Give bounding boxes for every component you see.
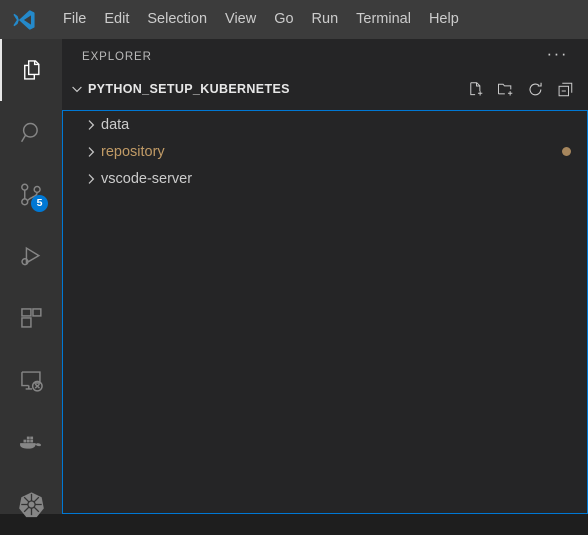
tree-item-label: data bbox=[101, 116, 130, 133]
new-folder-button[interactable] bbox=[494, 78, 516, 100]
chevron-right-icon bbox=[82, 171, 99, 187]
files-explorer-icon bbox=[18, 57, 45, 84]
new-file-icon bbox=[467, 81, 484, 98]
workspace-folder-name: PYTHON_SETUP_KUBERNETES bbox=[88, 82, 290, 96]
collapse-all-icon bbox=[557, 81, 574, 98]
explorer-sidebar: EXPLORER ··· PYTHON_SETUP_KUBERNETES dat… bbox=[62, 39, 588, 514]
new-file-button[interactable] bbox=[464, 78, 486, 100]
sidebar-title-label: EXPLORER bbox=[82, 50, 152, 63]
chevron-right-icon bbox=[82, 117, 99, 133]
chevron-down-icon bbox=[68, 80, 86, 98]
activity-item-remote-explorer[interactable] bbox=[0, 349, 62, 411]
tree-row[interactable]: data bbox=[63, 111, 587, 138]
menu-edit[interactable]: Edit bbox=[95, 7, 138, 32]
explorer-actions bbox=[464, 78, 576, 100]
chevron-right-icon bbox=[82, 144, 99, 160]
file-tree[interactable]: data repository vscode-server bbox=[62, 110, 588, 514]
menu-view[interactable]: View bbox=[216, 7, 265, 32]
views-more-actions-button[interactable]: ··· bbox=[545, 45, 570, 68]
activity-item-kubernetes[interactable] bbox=[0, 473, 62, 535]
activity-item-search[interactable] bbox=[0, 101, 62, 163]
menu-file[interactable]: File bbox=[54, 7, 95, 32]
activity-bar: 5 bbox=[0, 39, 62, 517]
search-icon bbox=[18, 119, 45, 146]
tree-row[interactable]: vscode-server bbox=[63, 165, 587, 192]
activity-item-run-debug[interactable] bbox=[0, 225, 62, 287]
kubernetes-helm-icon bbox=[17, 490, 46, 519]
new-folder-icon bbox=[497, 81, 514, 98]
menu-help[interactable]: Help bbox=[420, 7, 468, 32]
source-control-badge: 5 bbox=[31, 195, 48, 212]
collapse-folders-button[interactable] bbox=[554, 78, 576, 100]
activity-item-extensions[interactable] bbox=[0, 287, 62, 349]
activity-item-explorer[interactable] bbox=[0, 39, 62, 101]
vscode-window: File Edit Selection View Go Run Terminal… bbox=[0, 0, 588, 517]
vscode-logo-icon bbox=[8, 4, 40, 36]
menu-go[interactable]: Go bbox=[265, 7, 302, 32]
activity-item-docker[interactable] bbox=[0, 411, 62, 473]
extensions-icon bbox=[18, 305, 45, 332]
menu-selection[interactable]: Selection bbox=[138, 7, 216, 32]
workspace-folder-header[interactable]: PYTHON_SETUP_KUBERNETES bbox=[62, 74, 588, 104]
tree-item-label: repository bbox=[101, 143, 165, 160]
menu-bar: File Edit Selection View Go Run Terminal… bbox=[54, 0, 468, 39]
title-bar: File Edit Selection View Go Run Terminal… bbox=[0, 0, 588, 39]
run-and-debug-icon bbox=[18, 243, 45, 270]
tree-row[interactable]: repository bbox=[63, 138, 587, 165]
menu-run[interactable]: Run bbox=[303, 7, 348, 32]
docker-whale-icon bbox=[16, 427, 46, 457]
refresh-icon bbox=[527, 81, 544, 98]
sidebar-title-bar: EXPLORER ··· bbox=[62, 39, 588, 74]
activity-item-source-control[interactable]: 5 bbox=[0, 163, 62, 225]
remote-explorer-icon bbox=[18, 367, 45, 394]
tree-item-label: vscode-server bbox=[101, 170, 193, 187]
modified-indicator-dot bbox=[562, 147, 571, 156]
refresh-explorer-button[interactable] bbox=[524, 78, 546, 100]
menu-terminal[interactable]: Terminal bbox=[347, 7, 420, 32]
